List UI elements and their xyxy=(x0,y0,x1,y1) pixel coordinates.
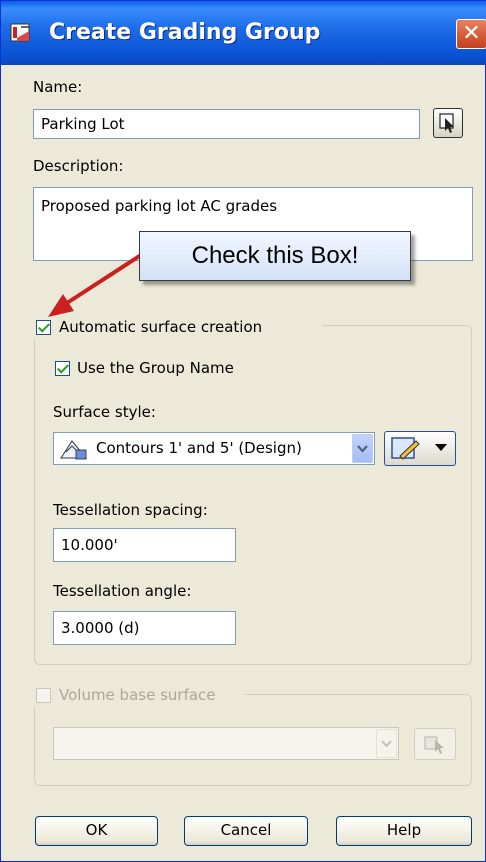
name-value: Parking Lot xyxy=(41,115,125,133)
name-label: Name: xyxy=(33,78,83,96)
tess-spacing-label: Tessellation spacing: xyxy=(53,501,208,519)
volume-pick-button[interactable] xyxy=(414,728,456,760)
chevron-down-icon xyxy=(381,740,392,748)
caret-down-icon[interactable] xyxy=(433,442,449,454)
ok-button[interactable]: OK xyxy=(35,816,158,846)
description-value: Proposed parking lot AC grades xyxy=(41,197,278,215)
surface-style-dropdown-button[interactable] xyxy=(352,434,373,463)
volume-base-checkbox[interactable] xyxy=(36,688,51,703)
surface-style-label: Surface style: xyxy=(53,403,156,421)
volume-base-label: Volume base surface xyxy=(59,686,216,704)
tess-angle-input[interactable]: 3.0000 (d) xyxy=(53,611,236,645)
volume-surface-select[interactable] xyxy=(53,727,399,760)
tess-angle-label: Tessellation angle: xyxy=(53,582,192,600)
title-bar[interactable]: Create Grading Group ✕ xyxy=(1,1,486,65)
auto-surface-checkbox[interactable] xyxy=(36,320,51,335)
surface-style-icon xyxy=(60,440,88,460)
chevron-down-icon xyxy=(357,445,368,453)
volume-dropdown-button[interactable] xyxy=(376,729,397,758)
surface-style-value: Contours 1' and 5' (Design) xyxy=(96,439,302,457)
pick-surface-icon xyxy=(424,736,444,754)
description-label: Description: xyxy=(33,157,124,175)
grading-app-icon xyxy=(10,23,30,42)
edit-style-icon xyxy=(391,437,420,460)
use-group-name-label: Use the Group Name xyxy=(77,359,234,377)
help-button[interactable]: Help xyxy=(336,816,472,846)
surface-style-edit-button[interactable] xyxy=(384,431,456,466)
use-group-name-checkbox[interactable] xyxy=(55,361,70,376)
tess-spacing-input[interactable]: 10.000' xyxy=(53,528,236,562)
name-input[interactable]: Parking Lot xyxy=(33,109,420,139)
annotation-callout: Check this Box! xyxy=(139,231,411,281)
auto-surface-label: Automatic surface creation xyxy=(59,318,263,336)
surface-style-select[interactable]: Contours 1' and 5' (Design) xyxy=(53,432,375,465)
tess-angle-value: 3.0000 (d) xyxy=(61,619,140,637)
create-grading-group-dialog: Create Grading Group ✕ Name: Parking Lot… xyxy=(0,0,486,862)
dialog-title: Create Grading Group xyxy=(49,20,321,45)
tess-spacing-value: 10.000' xyxy=(61,536,118,554)
cancel-button[interactable]: Cancel xyxy=(184,816,308,846)
pick-from-drawing-button[interactable] xyxy=(433,108,463,138)
pick-cursor-icon xyxy=(439,113,454,133)
close-button[interactable]: ✕ xyxy=(456,19,486,49)
